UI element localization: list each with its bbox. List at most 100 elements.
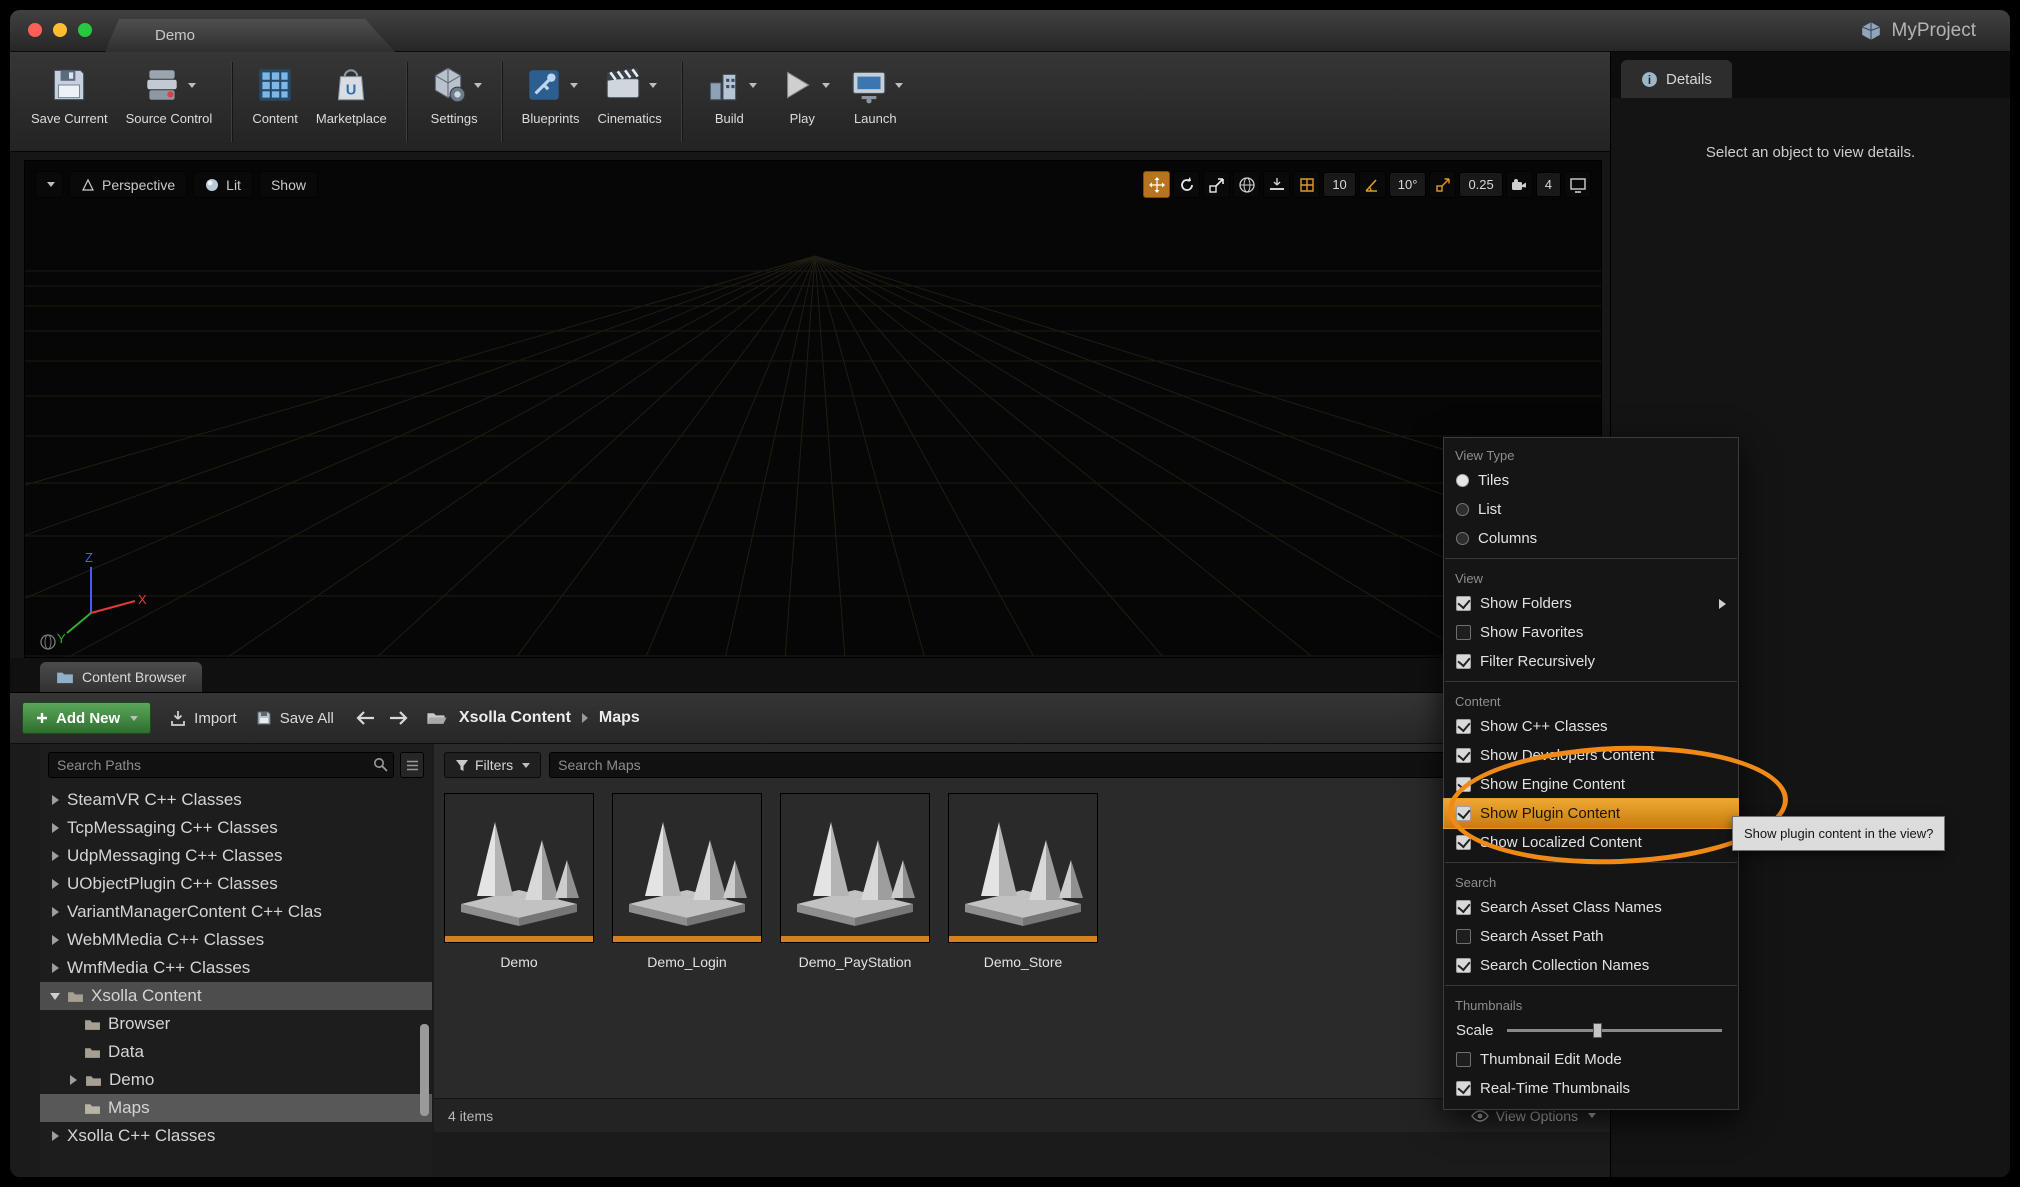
asset-tile-demo[interactable]: Demo xyxy=(444,794,594,970)
rotate-tool-button[interactable] xyxy=(1173,171,1200,198)
toolbar-button-blueprints[interactable]: Blueprints xyxy=(513,60,589,128)
menu-item-show-localized-content[interactable]: Show Localized Content xyxy=(1444,828,1738,857)
toolbar-button-source-control[interactable]: Source Control xyxy=(117,60,222,128)
scale-tool-button[interactable] xyxy=(1203,171,1230,198)
path-tree: SteamVR C++ Classes TcpMessaging C++ Cla… xyxy=(40,786,432,1150)
menu-item-list[interactable]: List xyxy=(1444,495,1738,524)
expander-collapsed-icon[interactable] xyxy=(50,878,60,890)
menu-item-show-cpp-classes[interactable]: Show C++ Classes xyxy=(1444,712,1738,741)
expander-expanded-icon[interactable] xyxy=(50,990,60,1002)
grid-snap-value[interactable]: 10 xyxy=(1323,172,1355,197)
expander-collapsed-icon[interactable] xyxy=(50,850,60,862)
menu-item-real-time-thumbnails[interactable]: Real-Time Thumbnails xyxy=(1444,1074,1738,1103)
level-viewport[interactable]: Perspective Lit Show 10 10° 0.25 xyxy=(24,160,1602,658)
tree-item[interactable]: Data xyxy=(40,1038,432,1066)
tree-item-maps[interactable]: Maps xyxy=(40,1094,432,1122)
level-tab[interactable]: Demo xyxy=(105,19,395,52)
close-window-button[interactable] xyxy=(28,23,42,37)
menu-item-show-favorites[interactable]: Show Favorites xyxy=(1444,618,1738,647)
back-arrow-icon[interactable] xyxy=(356,710,376,726)
camera-speed-value[interactable]: 4 xyxy=(1536,172,1561,197)
toolbar-button-cinematics[interactable]: Cinematics xyxy=(588,60,670,128)
toolbar-button-marketplace[interactable]: U Marketplace xyxy=(307,60,396,128)
translate-tool-button[interactable] xyxy=(1143,171,1170,198)
map-thumbnail xyxy=(445,794,593,942)
tree-item[interactable]: Browser xyxy=(40,1010,432,1038)
expander-collapsed-icon[interactable] xyxy=(50,794,60,806)
expander-collapsed-icon[interactable] xyxy=(50,962,60,974)
tree-item[interactable]: UdpMessaging C++ Classes xyxy=(40,842,432,870)
menu-item-thumbnail-edit-mode[interactable]: Thumbnail Edit Mode xyxy=(1444,1045,1738,1074)
scale-slider-handle[interactable] xyxy=(1593,1023,1602,1038)
tree-item[interactable]: WebMMedia C++ Classes xyxy=(40,926,432,954)
menu-item-search-collection-names[interactable]: Search Collection Names xyxy=(1444,951,1738,980)
tree-item[interactable]: SteamVR C++ Classes xyxy=(40,786,432,814)
grid-snap-toggle-button[interactable] xyxy=(1293,171,1320,198)
menu-item-show-folders[interactable]: Show Folders xyxy=(1444,589,1738,618)
camera-speed-button[interactable] xyxy=(1506,171,1533,198)
launch-icon xyxy=(848,64,890,106)
toolbar-button-save-current[interactable]: Save Current xyxy=(22,60,117,128)
toolbar-button-content[interactable]: Content xyxy=(243,60,307,128)
toolbar-button-play[interactable]: Play xyxy=(766,60,839,128)
menu-item-filter-recursively[interactable]: Filter Recursively xyxy=(1444,647,1738,676)
rotation-snap-toggle-button[interactable] xyxy=(1359,171,1386,198)
world-local-toggle-button[interactable] xyxy=(1233,171,1260,198)
zoom-window-button[interactable] xyxy=(78,23,92,37)
rotation-snap-value[interactable]: 10° xyxy=(1389,172,1427,197)
menu-item-search-asset-class-names[interactable]: Search Asset Class Names xyxy=(1444,893,1738,922)
viewport-show-button[interactable]: Show xyxy=(259,171,318,198)
scale-snap-icon xyxy=(1434,176,1452,194)
scale-slider-track[interactable] xyxy=(1507,1029,1722,1032)
asset-tile-demo-store[interactable]: Demo_Store xyxy=(948,794,1098,970)
tree-item[interactable]: WmfMedia C++ Classes xyxy=(40,954,432,982)
menu-item-thumbnail-scale[interactable]: Scale xyxy=(1444,1016,1738,1045)
asset-tile-demo-paystation[interactable]: Demo_PayStation xyxy=(780,794,930,970)
cinematics-icon xyxy=(602,64,644,106)
tree-item[interactable]: TcpMessaging C++ Classes xyxy=(40,814,432,842)
sources-view-toggle-button[interactable] xyxy=(400,752,424,778)
add-new-button[interactable]: Add New xyxy=(22,702,151,734)
menu-item-columns[interactable]: Columns xyxy=(1444,524,1738,553)
viewport-options-button[interactable] xyxy=(35,171,63,198)
scale-snap-toggle-button[interactable] xyxy=(1429,171,1456,198)
scale-icon xyxy=(1208,176,1226,194)
viewport-perspective-button[interactable]: Perspective xyxy=(69,171,187,198)
tab-content-browser[interactable]: Content Browser xyxy=(40,662,202,692)
menu-item-show-plugin-content[interactable]: Show Plugin Content xyxy=(1444,799,1738,828)
surface-snap-button[interactable] xyxy=(1263,171,1290,198)
asset-tile-demo-login[interactable]: Demo_Login xyxy=(612,794,762,970)
filters-button[interactable]: Filters xyxy=(444,752,541,778)
asset-grid: Demo Demo_Login Demo_PayStation Demo_Sto… xyxy=(434,786,1610,978)
maximize-viewport-button[interactable] xyxy=(1564,171,1591,198)
viewport-lit-button[interactable]: Lit xyxy=(193,171,253,198)
import-button[interactable]: Import xyxy=(169,709,237,727)
expander-collapsed-icon[interactable] xyxy=(50,1130,60,1142)
tree-item[interactable]: VariantManagerContent C++ Clas xyxy=(40,898,432,926)
toolbar-button-launch[interactable]: Launch xyxy=(839,60,912,128)
menu-item-show-developers-content[interactable]: Show Developers Content xyxy=(1444,741,1738,770)
checkbox-icon xyxy=(1456,719,1471,734)
menu-item-search-asset-path[interactable]: Search Asset Path xyxy=(1444,922,1738,951)
menu-item-tiles[interactable]: Tiles xyxy=(1444,466,1738,495)
expander-collapsed-icon[interactable] xyxy=(50,906,60,918)
minimize-window-button[interactable] xyxy=(53,23,67,37)
tree-item-xsolla-content[interactable]: Xsolla Content xyxy=(40,982,432,1010)
tab-details[interactable]: i Details xyxy=(1621,60,1732,98)
tree-item[interactable]: Xsolla C++ Classes xyxy=(40,1122,432,1150)
expander-collapsed-icon[interactable] xyxy=(50,822,60,834)
forward-arrow-icon[interactable] xyxy=(388,710,408,726)
breadcrumb-current[interactable]: Maps xyxy=(599,709,640,727)
tree-item[interactable]: Demo xyxy=(40,1066,432,1094)
tree-item[interactable]: UObjectPlugin C++ Classes xyxy=(40,870,432,898)
scale-snap-value[interactable]: 0.25 xyxy=(1459,172,1502,197)
breadcrumb-root[interactable]: Xsolla Content xyxy=(459,709,571,727)
toolbar-button-settings[interactable]: Settings xyxy=(418,60,491,128)
expander-collapsed-icon[interactable] xyxy=(50,934,60,946)
toolbar-button-build[interactable]: Build xyxy=(693,60,766,128)
save-all-button[interactable]: Save All xyxy=(255,709,334,727)
expander-collapsed-icon[interactable] xyxy=(68,1074,78,1086)
menu-item-show-engine-content[interactable]: Show Engine Content xyxy=(1444,770,1738,799)
scrollbar-thumb[interactable] xyxy=(420,1024,429,1116)
search-paths-input[interactable] xyxy=(48,752,394,778)
